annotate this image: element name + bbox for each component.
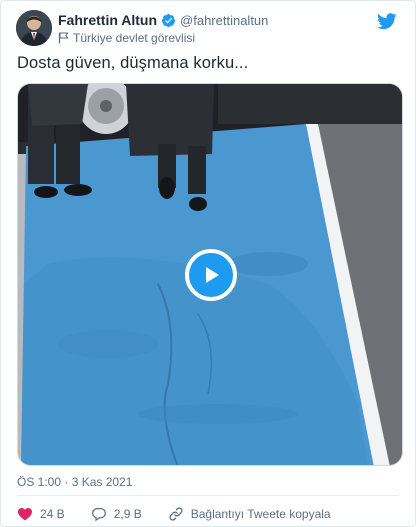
- avatar[interactable]: [16, 10, 52, 46]
- tweet-text: Dosta güven, düşmana korku...: [17, 54, 249, 72]
- like-button[interactable]: 24 B: [17, 506, 65, 522]
- author-handle[interactable]: @fahrettinaltun: [180, 13, 268, 28]
- reply-count: 2,9 B: [113, 507, 142, 521]
- verified-badge-icon: [161, 13, 176, 28]
- account-label-text: Türkiye devlet görevlisi: [73, 31, 196, 45]
- action-bar: 24 B 2,9 B Bağlantıyı Tweete kopyala: [17, 506, 331, 522]
- copy-link-label: Bağlantıyı Tweete kopyala: [190, 507, 331, 521]
- reply-icon: [91, 508, 106, 522]
- divider: [17, 495, 399, 496]
- play-icon: [206, 267, 219, 283]
- reply-button[interactable]: 2,9 B: [91, 506, 142, 522]
- link-icon: [169, 507, 183, 521]
- tweet-card: Fahrettin Altun @fahrettinaltun Türkiye …: [0, 0, 416, 527]
- author-name-row: Fahrettin Altun @fahrettinaltun: [58, 12, 268, 28]
- tweet-timestamp[interactable]: ÖS 1:00 · 3 Kas 2021: [17, 475, 132, 489]
- like-count: 24 B: [40, 507, 65, 521]
- twitter-bird-icon[interactable]: [377, 13, 397, 30]
- flag-icon: [58, 32, 69, 44]
- heart-icon: [18, 508, 32, 521]
- account-label: Türkiye devlet görevlisi: [58, 31, 195, 45]
- author-display-name[interactable]: Fahrettin Altun: [58, 12, 157, 28]
- copy-link-button[interactable]: Bağlantıyı Tweete kopyala: [168, 506, 331, 522]
- video-player[interactable]: [17, 83, 403, 466]
- play-button[interactable]: [185, 249, 237, 301]
